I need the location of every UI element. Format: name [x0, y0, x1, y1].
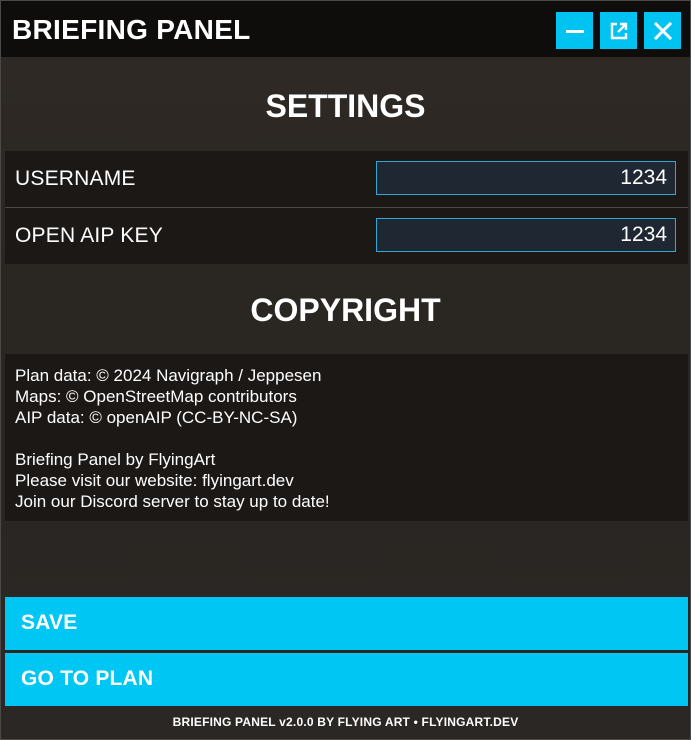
copyright-line: Please visit our website: flyingart.dev — [15, 471, 294, 490]
copyright-heading: COPYRIGHT — [250, 292, 441, 328]
copyright-line: Plan data: © 2024 Navigraph / Jeppesen — [15, 366, 322, 385]
title-bar[interactable]: BRIEFING PANEL — [1, 1, 690, 57]
close-icon — [653, 21, 672, 40]
popout-button[interactable] — [600, 12, 637, 49]
username-input[interactable] — [376, 161, 676, 195]
copyright-line: Join our Discord server to stay up to da… — [15, 492, 330, 511]
window-title: BRIEFING PANEL — [12, 14, 251, 45]
go-to-plan-button[interactable]: GO TO PLAN — [5, 653, 688, 706]
save-button[interactable]: SAVE — [5, 597, 688, 650]
popout-icon — [610, 22, 627, 39]
footer-credits: BRIEFING PANEL v2.0.0 BY FLYING ART • FL… — [172, 715, 519, 729]
settings-heading: SETTINGS — [265, 88, 426, 124]
username-row: USERNAME — [5, 151, 688, 207]
go-to-plan-button-label: GO TO PLAN — [21, 667, 154, 690]
close-button[interactable] — [644, 12, 681, 49]
copyright-panel: Plan data: © 2024 Navigraph / Jeppesen M… — [5, 354, 688, 521]
copyright-line: Maps: © OpenStreetMap contributors — [15, 387, 297, 406]
open-aip-key-label: OPEN AIP KEY — [15, 224, 163, 247]
username-label: USERNAME — [15, 167, 136, 190]
open-aip-key-row: OPEN AIP KEY — [5, 208, 688, 264]
copyright-line: AIP data: © openAIP (CC-BY-NC-SA) — [15, 408, 298, 427]
minimize-icon — [565, 29, 584, 33]
briefing-panel-window: BRIEFING PANEL SETTINGS USERNAME OPEN AI… — [0, 0, 691, 740]
copyright-line: Briefing Panel by FlyingArt — [15, 450, 216, 469]
minimize-button[interactable] — [556, 12, 593, 49]
save-button-label: SAVE — [21, 611, 78, 634]
open-aip-key-input[interactable] — [376, 218, 676, 252]
